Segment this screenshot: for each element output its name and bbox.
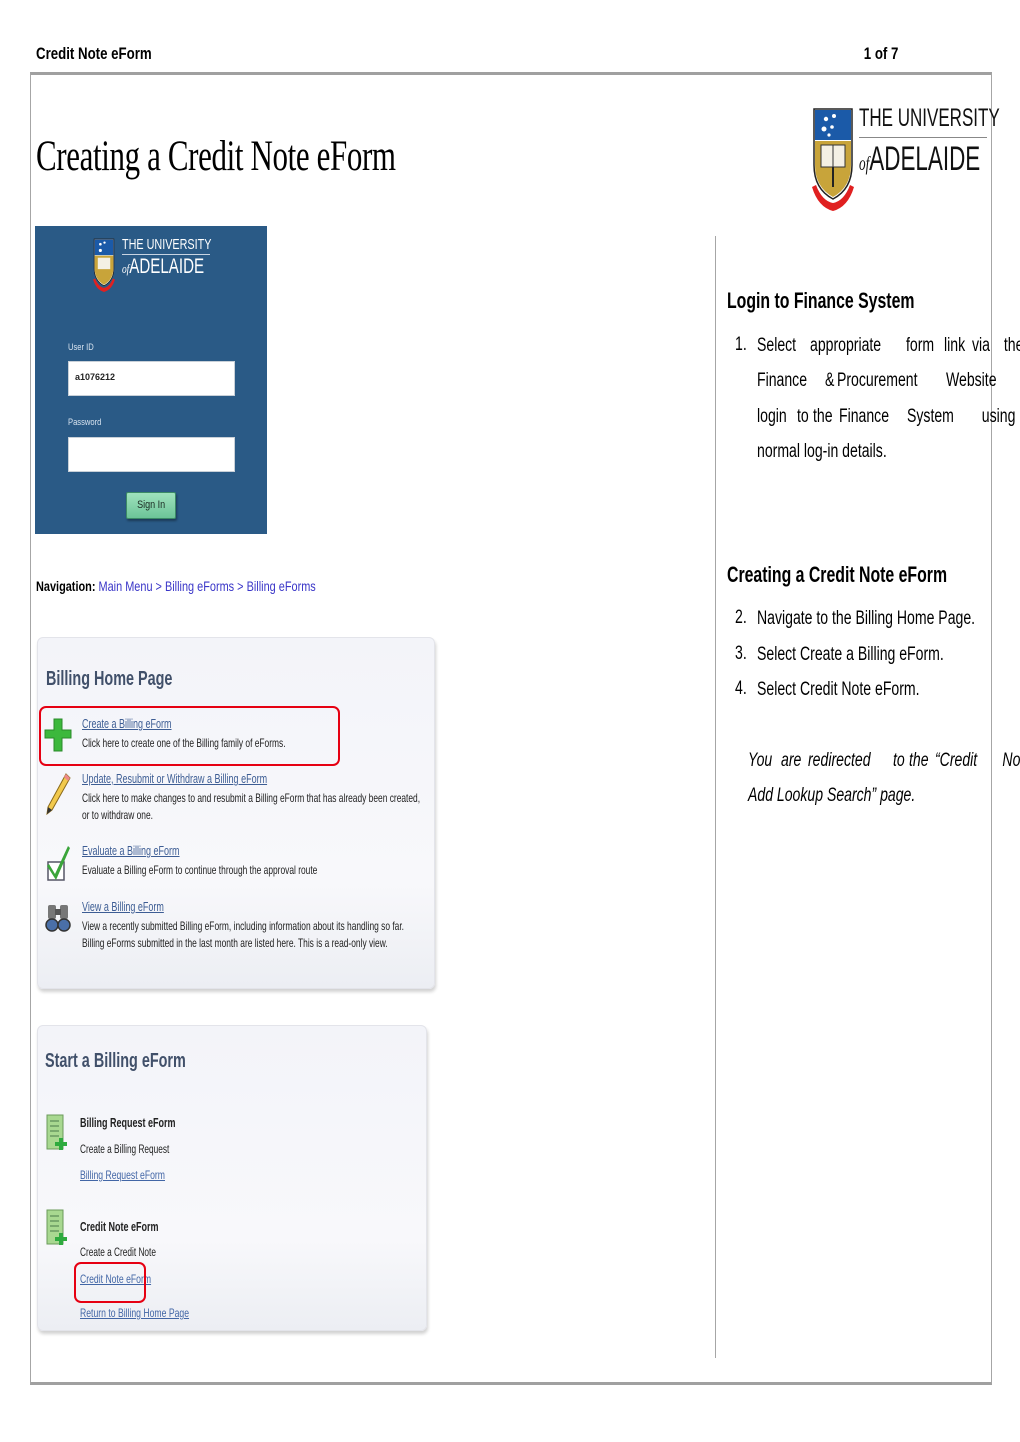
word: Note	[1002, 750, 1020, 771]
word: Website	[946, 370, 997, 392]
step-number: 3.	[735, 643, 747, 664]
sign-in-button[interactable]: Sign In	[126, 492, 176, 519]
step-4-text: Select Credit Note eForm.	[757, 679, 920, 700]
page-indicator: 1 of 7	[863, 44, 898, 63]
word: link	[943, 335, 966, 356]
form-add-icon	[46, 1209, 67, 1245]
step-1-text: Select appropriate form link via the Fin…	[757, 328, 1020, 469]
start-billing-title: Start a Billing eForm	[45, 1050, 186, 1072]
highlight-credit-note-eform	[74, 1262, 146, 1303]
step-3-text: Select Create a Billing eForm.	[757, 644, 944, 665]
step-number: 2.	[735, 607, 747, 628]
billing-request-eform-link[interactable]: Billing Request eForm	[80, 1168, 165, 1182]
word: Finance	[757, 370, 808, 392]
return-to-billing-home-link[interactable]: Return to Billing Home Page	[80, 1306, 189, 1320]
step-1-line: normal log-in details.	[757, 434, 983, 469]
page-title: Creating a Credit Note eForm	[36, 133, 396, 180]
password-label: Password	[68, 417, 102, 428]
update-billing-eform-desc-2: or to withdraw one.	[82, 808, 153, 822]
login-logo-of: of	[122, 261, 130, 276]
redirect-note: You are redirected to the “Credit Note A…	[748, 743, 1020, 814]
navigation-path: Navigation: Main Menu > Billing eForms >…	[36, 578, 316, 594]
login-logo: THE UNIVERSITY ofADELAIDE	[93, 236, 243, 306]
column-divider	[715, 236, 716, 1358]
word: the	[813, 405, 833, 427]
logo-line2-wrap: ofADELAIDE	[859, 140, 980, 179]
word: &	[824, 370, 834, 392]
billing-home-title: Billing Home Page	[46, 668, 173, 690]
evaluate-billing-eform-desc: Evaluate a Billing eForm to continue thr…	[82, 863, 318, 877]
form-add-icon	[46, 1114, 67, 1150]
step-1-line: Select appropriate form link via the	[757, 328, 1020, 363]
logo-rule	[859, 137, 987, 138]
checkmark-icon	[47, 846, 70, 881]
word: Finance	[839, 405, 890, 427]
login-logo-line1: THE UNIVERSITY	[122, 236, 212, 253]
step-1-line: login to the Finance System using	[757, 399, 1016, 434]
word: the	[1003, 335, 1020, 356]
university-logo: THE UNIVERSITY ofADELAIDE	[812, 104, 1000, 216]
word: to	[797, 405, 809, 427]
section-login-heading: Login to Finance System	[727, 288, 915, 313]
view-billing-eform-desc-2: Billing eForms submitted in the last mon…	[82, 936, 388, 950]
password-input[interactable]	[68, 437, 235, 472]
step-number: 1.	[735, 334, 747, 355]
document-title: Credit Note eForm	[36, 44, 152, 63]
logo-line1: THE UNIVERSITY	[859, 104, 1000, 132]
view-billing-eform-desc: View a recently submitted Billing eForm,…	[82, 919, 405, 933]
word: “Credit	[935, 750, 978, 771]
evaluate-billing-eform-link[interactable]: Evaluate a Billing eForm	[82, 844, 180, 858]
sign-in-label: Sign In	[136, 499, 166, 511]
update-billing-eform-desc: Click here to make changes to and resubm…	[82, 791, 421, 805]
word: You	[748, 750, 773, 771]
word: normal log-in details.	[757, 440, 887, 462]
login-screenshot: THE UNIVERSITY ofADELAIDE User ID a10762…	[35, 226, 267, 534]
word: Add Lookup Search” page.	[748, 785, 916, 807]
update-billing-eform-link[interactable]: Update, Resubmit or Withdraw a Billing e…	[82, 772, 267, 786]
word: using	[982, 405, 1016, 427]
view-billing-eform-link[interactable]: View a Billing eForm	[82, 900, 164, 914]
highlight-create-billing-eform	[39, 706, 340, 766]
billing-request-eform-desc: Create a Billing Request	[80, 1144, 170, 1156]
user-id-label: User ID	[68, 342, 94, 353]
step-number: 4.	[735, 678, 747, 699]
word: login	[757, 405, 787, 427]
logo-line2: ADELAIDE	[869, 140, 981, 178]
login-logo-line2: ADELAIDE	[129, 255, 205, 278]
login-crest-icon	[93, 238, 115, 292]
step-2-text: Navigate to the Billing Home Page.	[757, 608, 976, 629]
word: via	[972, 335, 991, 356]
note-line: Add Lookup Search” page.	[748, 778, 983, 813]
step-1-line: Finance & Procurement Website and	[757, 363, 997, 398]
credit-note-eform-name: Credit Note eForm	[80, 1220, 159, 1234]
word: appropriate	[809, 335, 881, 356]
user-id-input[interactable]: a1076212	[68, 361, 235, 396]
logo-of: of	[859, 153, 870, 175]
note-line: You are redirected to the “Credit Note	[748, 743, 1020, 778]
word: Select	[757, 335, 797, 356]
word: System	[907, 405, 954, 427]
pencil-icon	[46, 773, 71, 816]
binoculars-icon	[45, 905, 71, 932]
word: to	[892, 750, 905, 771]
navigation-breadcrumb[interactable]: Main Menu > Billing eForms > Billing eFo…	[98, 578, 315, 594]
word: redirected	[808, 750, 871, 771]
credit-note-eform-desc: Create a Credit Note	[80, 1247, 156, 1259]
word: the	[908, 750, 929, 771]
crest-icon	[812, 108, 854, 211]
billing-request-eform-name: Billing Request eForm	[80, 1116, 176, 1130]
word: are	[780, 750, 802, 771]
login-logo-line2-wrap: ofADELAIDE	[122, 255, 204, 279]
section-create-heading: Creating a Credit Note eForm	[727, 562, 948, 587]
navigation-label: Navigation:	[36, 578, 96, 594]
word: form	[905, 335, 935, 356]
billing-home-panel: Billing Home Page Create a Billing eForm…	[37, 637, 435, 989]
word: Procurement	[837, 370, 918, 392]
